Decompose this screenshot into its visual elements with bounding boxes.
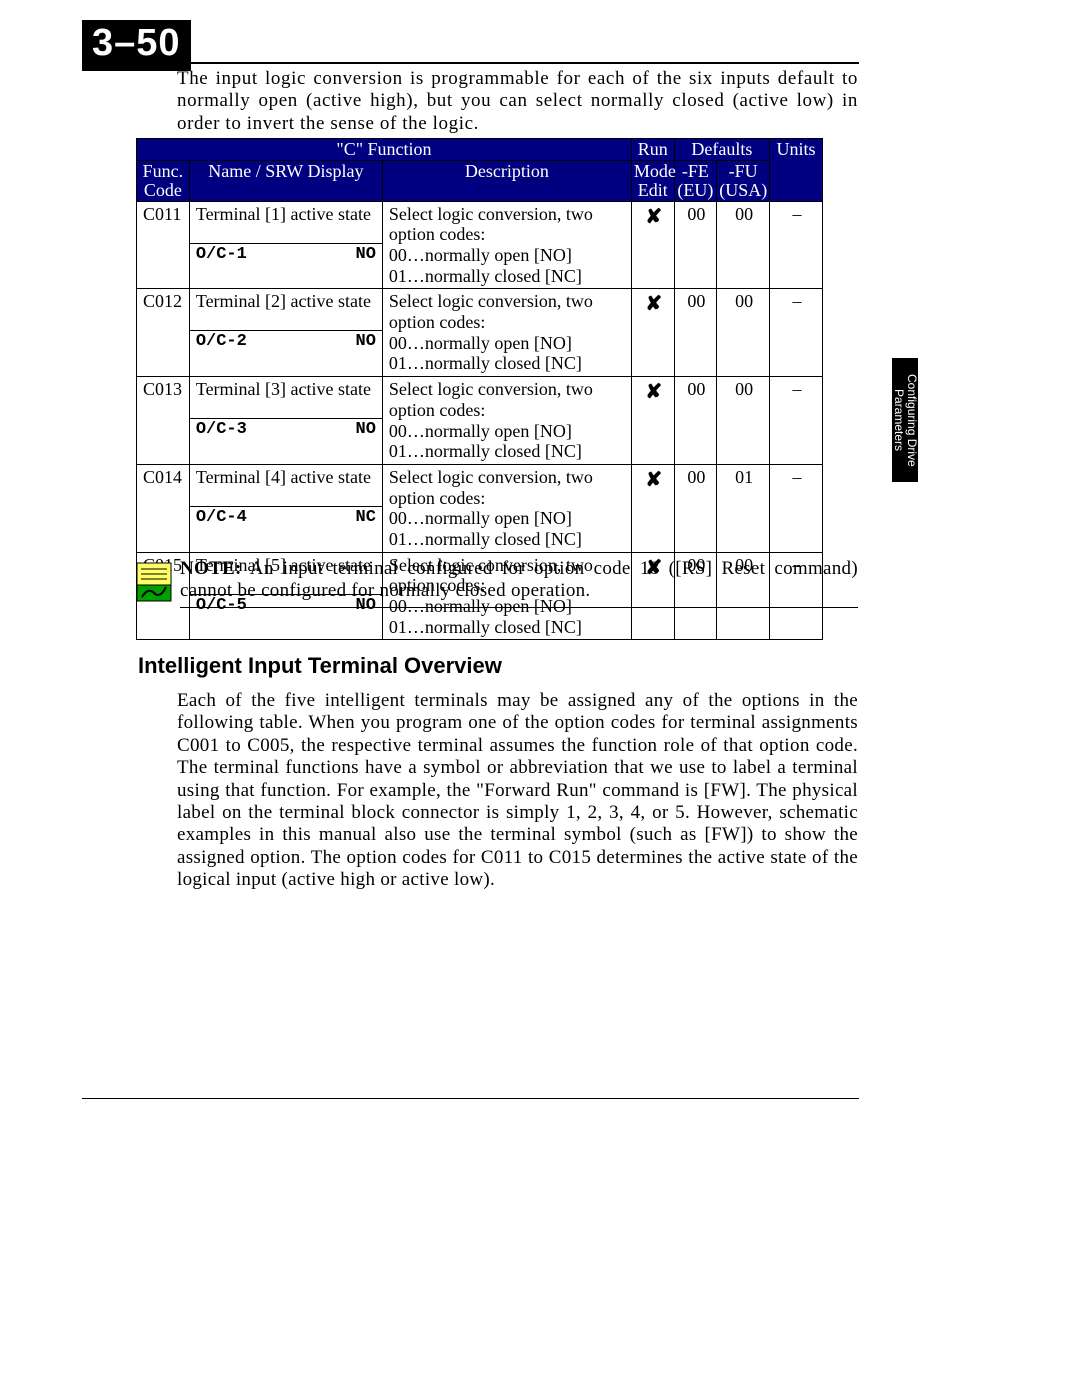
cell-run-mode: ✘ — [631, 377, 674, 465]
cell-name: Terminal [3] active state O/C-3 NO — [189, 377, 382, 465]
cell-default-fu: 01 — [717, 464, 770, 552]
footer-rule — [82, 1098, 859, 1099]
header-rule — [82, 62, 859, 64]
cell-default-fu: 00 — [717, 201, 770, 289]
cell-func-code: C012 — [137, 289, 190, 377]
terminal-name: Terminal [4] active state — [190, 465, 382, 506]
table-header-row-2: Func. Code Name / SRW Display Descriptio… — [137, 160, 823, 201]
cell-func-code: C013 — [137, 377, 190, 465]
hdr-description: Description — [382, 160, 631, 201]
x-mark-icon: ✘ — [645, 381, 662, 403]
cell-name: Terminal [1] active state O/C-1 NO — [189, 201, 382, 289]
srw-display: O/C-2 NO — [190, 330, 382, 351]
note-block: NOTE: An input terminal configured for o… — [136, 558, 858, 608]
note-icon — [136, 562, 172, 602]
cell-func-code: C011 — [137, 201, 190, 289]
hdr-run: Run — [631, 139, 674, 161]
cell-description: Select logic conversion, two option code… — [382, 464, 631, 552]
cell-run-mode: ✘ — [631, 201, 674, 289]
hdr-mode-edit: Mode Edit — [631, 160, 674, 201]
cell-default-fe: 00 — [674, 201, 717, 289]
note-label: NOTE: — [180, 558, 242, 579]
cell-default-fe: 00 — [674, 464, 717, 552]
srw-code: O/C-4 — [196, 508, 247, 527]
cell-default-fe: 00 — [674, 289, 717, 377]
cell-units: – — [770, 289, 823, 377]
terminal-name: Terminal [2] active state — [190, 289, 382, 330]
cell-name: Terminal [2] active state O/C-2 NO — [189, 289, 382, 377]
hdr-fe: -FE (EU) — [674, 160, 717, 201]
cell-default-fu: 00 — [717, 289, 770, 377]
section-heading: Intelligent Input Terminal Overview — [138, 653, 502, 679]
cell-run-mode: ✘ — [631, 464, 674, 552]
x-mark-icon: ✘ — [645, 469, 662, 491]
srw-value: NC — [356, 508, 376, 527]
srw-value: NO — [356, 420, 376, 439]
hdr-units: Units — [770, 139, 823, 202]
cell-default-fu: 00 — [717, 377, 770, 465]
hdr-c-function: "C" Function — [137, 139, 632, 161]
cell-units: – — [770, 464, 823, 552]
note-body: An input terminal configured for option … — [180, 558, 858, 601]
x-mark-icon: ✘ — [645, 293, 662, 315]
table-row: C012Terminal [2] active state O/C-2 NO Sele… — [137, 289, 823, 377]
side-tab: Configuring Drive Parameters — [892, 358, 918, 482]
overview-paragraph: Each of the five intelligent terminals m… — [177, 690, 858, 892]
cell-default-fe: 00 — [674, 377, 717, 465]
srw-code: O/C-1 — [196, 245, 247, 264]
hdr-defaults: Defaults — [674, 139, 770, 161]
note-text: NOTE: An input terminal configured for o… — [180, 558, 858, 608]
srw-display: O/C-4 NC — [190, 506, 382, 527]
cell-name: Terminal [4] active state O/C-4 NC — [189, 464, 382, 552]
hdr-name-srw: Name / SRW Display — [189, 160, 382, 201]
srw-value: NO — [356, 332, 376, 351]
table-row: C014Terminal [4] active state O/C-4 NC Sele… — [137, 464, 823, 552]
x-mark-icon: ✘ — [645, 206, 662, 228]
cell-units: – — [770, 201, 823, 289]
table-row: C011Terminal [1] active state O/C-1 NO Sele… — [137, 201, 823, 289]
terminal-name: Terminal [3] active state — [190, 377, 382, 418]
cell-description: Select logic conversion, two option code… — [382, 289, 631, 377]
table-header-row-1: "C" Function Run Defaults Units — [137, 139, 823, 161]
srw-display: O/C-3 NO — [190, 418, 382, 439]
srw-value: NO — [356, 245, 376, 264]
cell-units: – — [770, 377, 823, 465]
terminal-name: Terminal [1] active state — [190, 202, 382, 243]
srw-display: O/C-1 NO — [190, 243, 382, 264]
cell-description: Select logic conversion, two option code… — [382, 377, 631, 465]
cell-func-code: C014 — [137, 464, 190, 552]
cell-description: Select logic conversion, two option code… — [382, 201, 631, 289]
hdr-fu: -FU (USA) — [717, 160, 770, 201]
hdr-func-code: Func. Code — [137, 160, 190, 201]
srw-code: O/C-3 — [196, 420, 247, 439]
srw-code: O/C-2 — [196, 332, 247, 351]
table-row: C013Terminal [3] active state O/C-3 NO Sele… — [137, 377, 823, 465]
intro-paragraph: The input logic conversion is programmab… — [177, 68, 858, 135]
cell-run-mode: ✘ — [631, 289, 674, 377]
